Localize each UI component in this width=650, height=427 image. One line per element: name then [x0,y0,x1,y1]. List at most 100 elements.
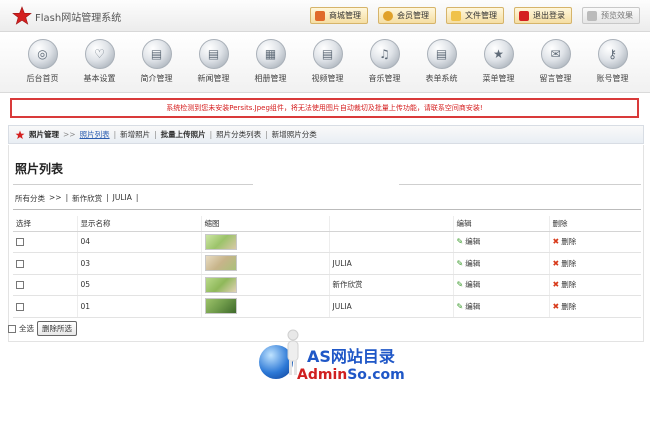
delete-button[interactable]: ✖ 删除 [553,258,577,269]
header-select: 选择 [13,216,77,232]
settings-glyph: ♡ [94,47,105,61]
album-glyph: ▦ [264,47,277,61]
logout-button[interactable]: 退出登录 [514,7,572,24]
delete-button[interactable]: ✖ 删除 [553,279,577,290]
logo: Flash网站管理系统 [12,6,121,26]
filter-new-works[interactable]: 新作欣赏 [72,193,102,204]
photo-thumbnail[interactable] [204,255,237,272]
album-icon: ▦ [255,39,286,69]
news-glyph: ▤ [207,47,220,61]
delete-button[interactable]: ✖ 删除 [553,236,577,247]
nav-item-settings[interactable]: ♡ 基本设置 [71,33,128,92]
edit-button[interactable]: ✎ 编辑 [457,258,481,269]
file-management-button[interactable]: 文件管理 [446,7,504,24]
watermark: AS网站目录 AdminSo.com [259,325,419,395]
app-title: Flash网站管理系统 [35,12,122,24]
table-footer: 全选 删除所选 [8,321,77,336]
header-category [328,216,453,232]
delete-selected-button[interactable]: 删除所选 [37,321,77,336]
breadcrumb-divider: | [209,130,213,139]
breadcrumb-divider: | [265,130,268,139]
row-checkbox[interactable] [16,238,24,247]
delete-label: 删除 [561,280,577,290]
photo-thumbnail[interactable] [204,233,237,250]
edit-button[interactable]: ✎ 编辑 [457,279,481,290]
file-management-label: 文件管理 [465,11,497,20]
nav-label-video: 视频管理 [311,74,344,83]
delete-label: 删除 [561,301,577,311]
breadcrumb: 照片管理 >> 照片列表 | 新增照片 | 批量上传照片 | 照片分类列表 | … [8,125,644,144]
nav-item-menu[interactable]: ★ 菜单管理 [470,33,527,92]
row-category: JULIA [328,295,453,318]
pencil-icon: ✎ [456,280,464,290]
tab-photo-list[interactable]: 照片列表 [80,129,110,140]
news-icon: ▤ [198,39,229,69]
watermark-domain-b: So.com [347,367,405,383]
tab-batch-upload[interactable]: 批量上传照片 [161,129,206,140]
filter-arrow: >> [49,193,62,202]
nav-label-intro: 简介管理 [140,74,173,83]
breadcrumb-divider: | [154,130,157,139]
settings-icon: ♡ [84,39,115,69]
photo-thumbnail[interactable] [204,298,237,315]
divider [13,184,253,185]
tab-add-category[interactable]: 新增照片分类 [272,129,317,140]
store-management-button[interactable]: 商城管理 [310,7,368,24]
members-icon [383,10,393,21]
nav-label-settings: 基本设置 [83,74,116,83]
row-checkbox[interactable] [16,302,24,311]
filter-divider: | [135,193,139,202]
nav-item-forms[interactable]: ▤ 表单系统 [413,33,470,92]
nav-item-video[interactable]: ▤ 视频管理 [299,33,356,92]
member-management-button[interactable]: 会员管理 [378,7,436,24]
content-panel: 照片列表 所有分类 >> | 新作欣赏 | JULIA | 选择 显示名称 缩图… [8,145,644,383]
nav-item-home[interactable]: ◎ 后台首页 [14,33,71,92]
preview-icon [587,10,597,21]
tab-category-list[interactable]: 照片分类列表 [216,129,261,140]
photo-table: 选择 显示名称 缩图 编辑 删除 04 ✎ 编辑 ✖ 删除 03 JULIA ✎… [13,216,641,318]
nav-label-music: 音乐管理 [368,74,401,83]
edit-button[interactable]: ✎ 编辑 [457,236,481,247]
member-management-label: 会员管理 [397,11,429,20]
pencil-icon: ✎ [456,237,464,247]
pencil-icon: ✎ [456,258,464,268]
files-icon [451,10,461,21]
row-name: 01 [76,295,201,318]
music-glyph: ♫ [379,47,390,61]
row-checkbox[interactable] [16,281,24,290]
nav-item-music[interactable]: ♫ 音乐管理 [356,33,413,92]
tab-add-photo[interactable]: 新增照片 [120,129,150,140]
delete-button[interactable]: ✖ 删除 [553,301,577,312]
select-all-checkbox[interactable] [8,324,16,333]
edit-button[interactable]: ✎ 编辑 [457,301,481,312]
divider [13,209,641,210]
logout-icon [519,10,529,21]
key-icon: ⚷ [597,39,628,69]
row-name: 03 [76,252,201,275]
nav-item-album[interactable]: ▦ 相册管理 [242,33,299,92]
filter-divider: | [106,193,109,202]
row-checkbox[interactable] [16,259,24,268]
table-row: 01 JULIA ✎ 编辑 ✖ 删除 [13,295,641,318]
photo-thumbnail[interactable] [204,276,237,293]
category-filter: 所有分类 >> | 新作欣赏 | JULIA | [15,193,138,204]
forms-glyph: ▤ [435,47,448,61]
watermark-domain-a: Admin [297,367,348,383]
star-icon [15,130,25,139]
logout-label: 退出登录 [533,11,565,20]
filter-all-categories[interactable]: 所有分类 [15,193,45,204]
nav-item-intro[interactable]: ▤ 简介管理 [128,33,185,92]
nav-item-messages[interactable]: ✉ 留言管理 [527,33,584,92]
home-glyph: ◎ [37,47,48,61]
row-category [328,231,453,253]
component-warning: 系统检测到您未安装Persits.Jpeg组件，将无法使用图片自动裁切及批量上传… [10,98,639,118]
nav-item-news[interactable]: ▤ 新闻管理 [185,33,242,92]
table-header-row: 选择 显示名称 缩图 编辑 删除 [13,216,641,232]
row-category: JULIA [328,252,453,275]
nav-item-accounts[interactable]: ⚷ 账号管理 [584,33,641,92]
preview-button[interactable]: 预览效果 [582,7,640,24]
nav-label-forms: 表单系统 [425,74,458,83]
filter-julia[interactable]: JULIA [113,193,132,204]
edit-label: 编辑 [465,258,481,268]
row-name: 05 [76,274,201,296]
